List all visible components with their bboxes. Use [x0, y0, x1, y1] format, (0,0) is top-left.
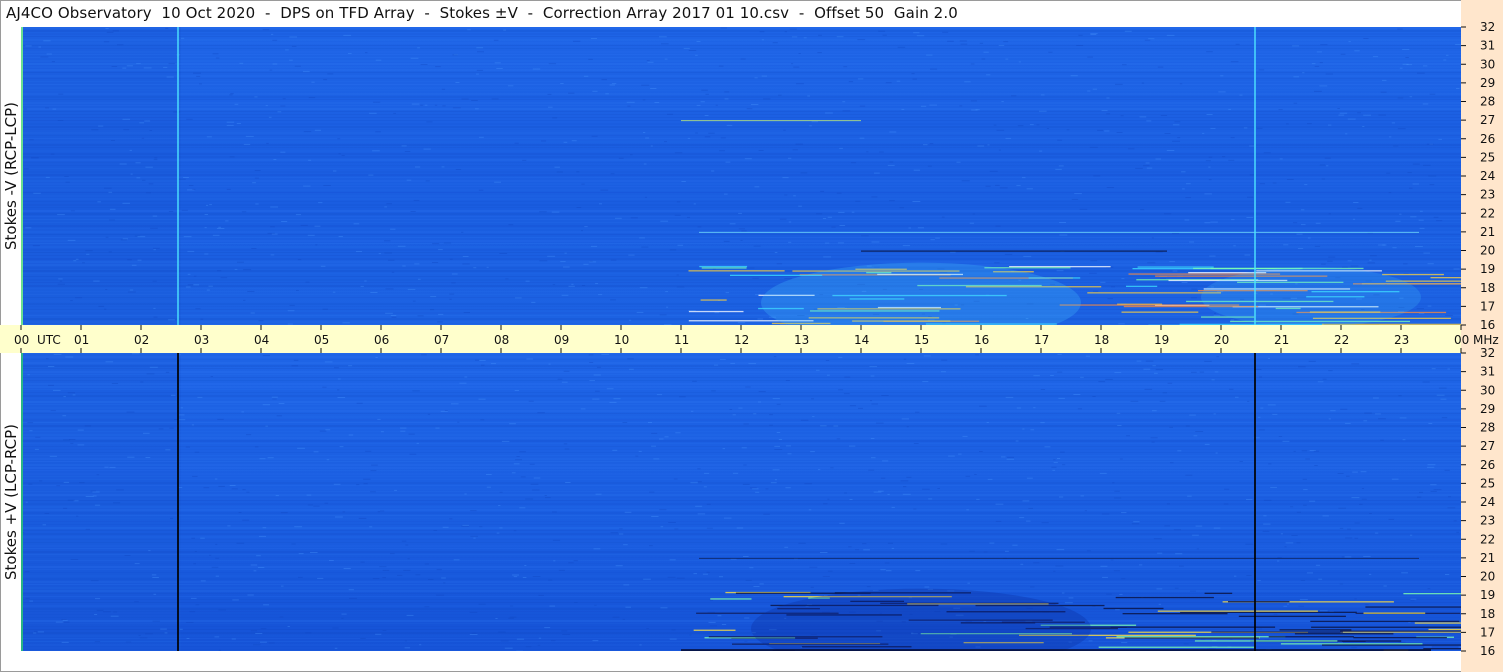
freq-tick-label: 21 [1480, 551, 1495, 565]
freq-tick-label: 17 [1480, 299, 1495, 313]
freq-tick-label: 18 [1480, 607, 1495, 621]
freq-tick-label: 31 [1480, 39, 1495, 53]
time-tick-label: 06 [374, 333, 389, 347]
freq-tick-label: 20 [1480, 244, 1495, 258]
time-tick-label: 20 [1214, 333, 1229, 347]
freq-tick-label: 30 [1480, 57, 1495, 71]
freq-tick-label: 19 [1480, 262, 1495, 276]
time-tick-label: 15 [914, 333, 929, 347]
freq-tick-label: 29 [1480, 402, 1495, 416]
freq-tick-label: 26 [1480, 132, 1495, 146]
freq-tick-label: 27 [1480, 113, 1495, 127]
time-tick-label: 16 [974, 333, 989, 347]
time-tick-label: 07 [434, 333, 449, 347]
freq-tick-label: 31 [1480, 365, 1495, 379]
freq-tick-label: 25 [1480, 476, 1495, 490]
freq-tick-label: 27 [1480, 439, 1495, 453]
time-tick-label: 19 [1154, 333, 1169, 347]
time-tick-label: 18 [1094, 333, 1109, 347]
time-tick-label: 04 [254, 333, 269, 347]
time-tick-label: 01 [74, 333, 89, 347]
freq-tick-label: 16 [1480, 644, 1495, 658]
freq-tick-label: 29 [1480, 76, 1495, 90]
freq-tick-label: 32 [1480, 346, 1495, 360]
freq-tick-label: 22 [1480, 532, 1495, 546]
freq-tick-label: 20 [1480, 570, 1495, 584]
axis-layer: 00 01 02 03 04 05 06 07 08 09 10 11 12 13 14 15 16 17 18 19… [14, 20, 1499, 658]
time-tick-label: 05 [314, 333, 329, 347]
time-tick-label: 17 [1034, 333, 1049, 347]
freq-tick-label: 30 [1480, 383, 1495, 397]
time-tick-label: 13 [794, 333, 809, 347]
time-tick-label: 12 [734, 333, 749, 347]
time-tick-label: 00 [14, 333, 29, 347]
freq-tick-label: 28 [1480, 95, 1495, 109]
freq-tick-label: 25 [1480, 150, 1495, 164]
freq-tick-label: 23 [1480, 188, 1495, 202]
time-tick-label: 00 [1454, 333, 1469, 347]
time-unit-label: UTC [37, 333, 61, 347]
time-tick-label: 14 [854, 333, 869, 347]
freq-unit-label: MHz [1473, 333, 1499, 347]
freq-tick-label: 16 [1480, 318, 1495, 332]
time-tick-label: 09 [554, 333, 569, 347]
freq-tick-label: 24 [1480, 495, 1495, 509]
freq-tick-label: 17 [1480, 625, 1495, 639]
freq-tick-label: 28 [1480, 421, 1495, 435]
freq-tick-label: 18 [1480, 281, 1495, 295]
time-tick-label: 22 [1334, 333, 1349, 347]
freq-tick-label: 24 [1480, 169, 1495, 183]
time-tick-label: 03 [194, 333, 209, 347]
freq-tick-label: 26 [1480, 458, 1495, 472]
time-tick-label: 23 [1394, 333, 1409, 347]
freq-tick-label: 32 [1480, 20, 1495, 34]
time-tick-label: 10 [614, 333, 629, 347]
time-tick-label: 02 [134, 333, 149, 347]
time-tick-label: 08 [494, 333, 509, 347]
freq-tick-label: 23 [1480, 514, 1495, 528]
time-tick-label: 11 [674, 333, 689, 347]
freq-tick-label: 22 [1480, 206, 1495, 220]
freq-tick-label: 21 [1480, 225, 1495, 239]
freq-tick-label: 19 [1480, 588, 1495, 602]
time-tick-label: 21 [1274, 333, 1289, 347]
